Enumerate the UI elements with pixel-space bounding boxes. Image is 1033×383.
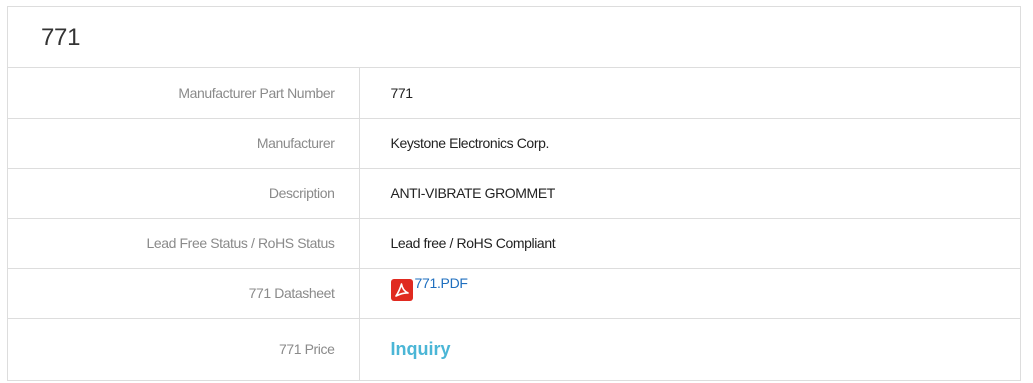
product-spec-panel: 771 Manufacturer Part Number 771 Manufac… (7, 6, 1021, 381)
row-value-manufacturer: Keystone Electronics Corp. (390, 135, 550, 151)
row-label-rohs-status: Lead Free Status / RoHS Status (8, 218, 360, 268)
table-row: Description ANTI-VIBRATE GROMMET (8, 168, 1020, 218)
table-row: 771 Datasheet 771.PDF (8, 268, 1020, 318)
row-value-rohs-status: Lead free / RoHS Compliant (390, 235, 556, 251)
row-label-price: 771 Price (8, 318, 360, 380)
row-label-part-number: Manufacturer Part Number (8, 68, 360, 118)
inquiry-link[interactable]: Inquiry (391, 339, 451, 359)
pdf-icon (390, 278, 413, 301)
row-label-manufacturer: Manufacturer (8, 118, 360, 168)
row-label-description: Description (8, 168, 360, 218)
row-value-part-number: 771 (390, 84, 414, 101)
row-value-datasheet: 771.PDF (359, 268, 1020, 318)
title-bar: 771 (8, 7, 1020, 68)
page-title: 771 (41, 24, 81, 51)
datasheet-link-text: 771.PDF (414, 274, 468, 291)
row-value-description: ANTI-VIBRATE GROMMET (390, 185, 556, 201)
spec-table: Manufacturer Part Number 771 Manufacture… (8, 68, 1020, 380)
table-row: Manufacturer Keystone Electronics Corp. (8, 118, 1020, 168)
datasheet-pdf-link[interactable]: 771.PDF (390, 274, 468, 301)
row-value-price: Inquiry (359, 318, 1020, 380)
table-row: 771 Price Inquiry (8, 318, 1020, 380)
row-label-datasheet: 771 Datasheet (8, 268, 360, 318)
table-row: Lead Free Status / RoHS Status Lead free… (8, 218, 1020, 268)
table-row: Manufacturer Part Number 771 (8, 68, 1020, 118)
